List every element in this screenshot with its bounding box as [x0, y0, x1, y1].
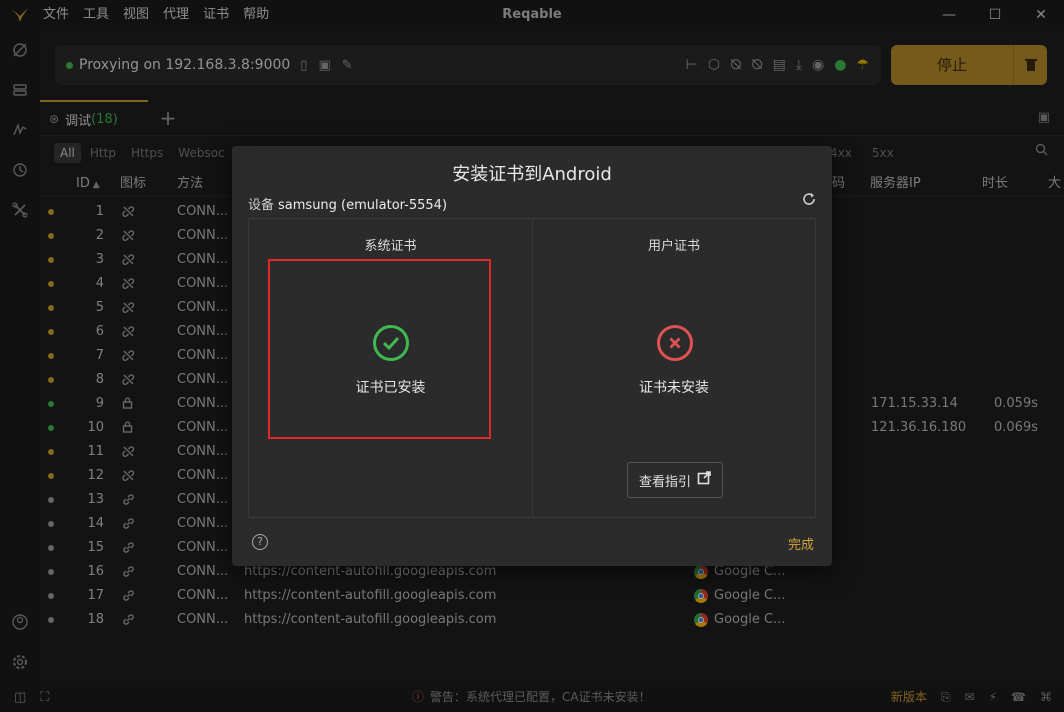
- user-cert-heading: 用户证书: [647, 239, 700, 254]
- cert-panes: 系统证书 证书已安装 用户证书 证书未安装 查看指引: [248, 218, 816, 518]
- device-name: samsung (emulator-5554): [278, 198, 448, 213]
- external-link-icon: [697, 471, 711, 489]
- device-row: 设备 samsung (emulator-5554): [248, 194, 447, 213]
- device-label: 设备: [248, 198, 275, 213]
- user-cert-pane: 用户证书 证书未安装 查看指引: [532, 219, 815, 517]
- done-button[interactable]: 完成: [788, 534, 814, 553]
- dialog-title: 安装证书到Android: [452, 164, 612, 185]
- install-cert-dialog: 安装证书到Android 设备 samsung (emulator-5554) 系…: [232, 146, 832, 566]
- user-cert-status: 证书未安装: [639, 380, 709, 396]
- view-guide-button[interactable]: 查看指引: [627, 462, 723, 498]
- error-circle-icon: [657, 325, 693, 361]
- system-cert-heading: 系统证书: [364, 239, 417, 254]
- check-circle-icon: [373, 325, 409, 361]
- refresh-icon[interactable]: [802, 192, 816, 210]
- system-cert-status: 证书已安装: [355, 380, 426, 396]
- view-guide-label: 查看指引: [638, 474, 691, 490]
- system-cert-pane: 系统证书 证书已安装: [249, 219, 532, 517]
- help-icon[interactable]: ?: [252, 534, 268, 550]
